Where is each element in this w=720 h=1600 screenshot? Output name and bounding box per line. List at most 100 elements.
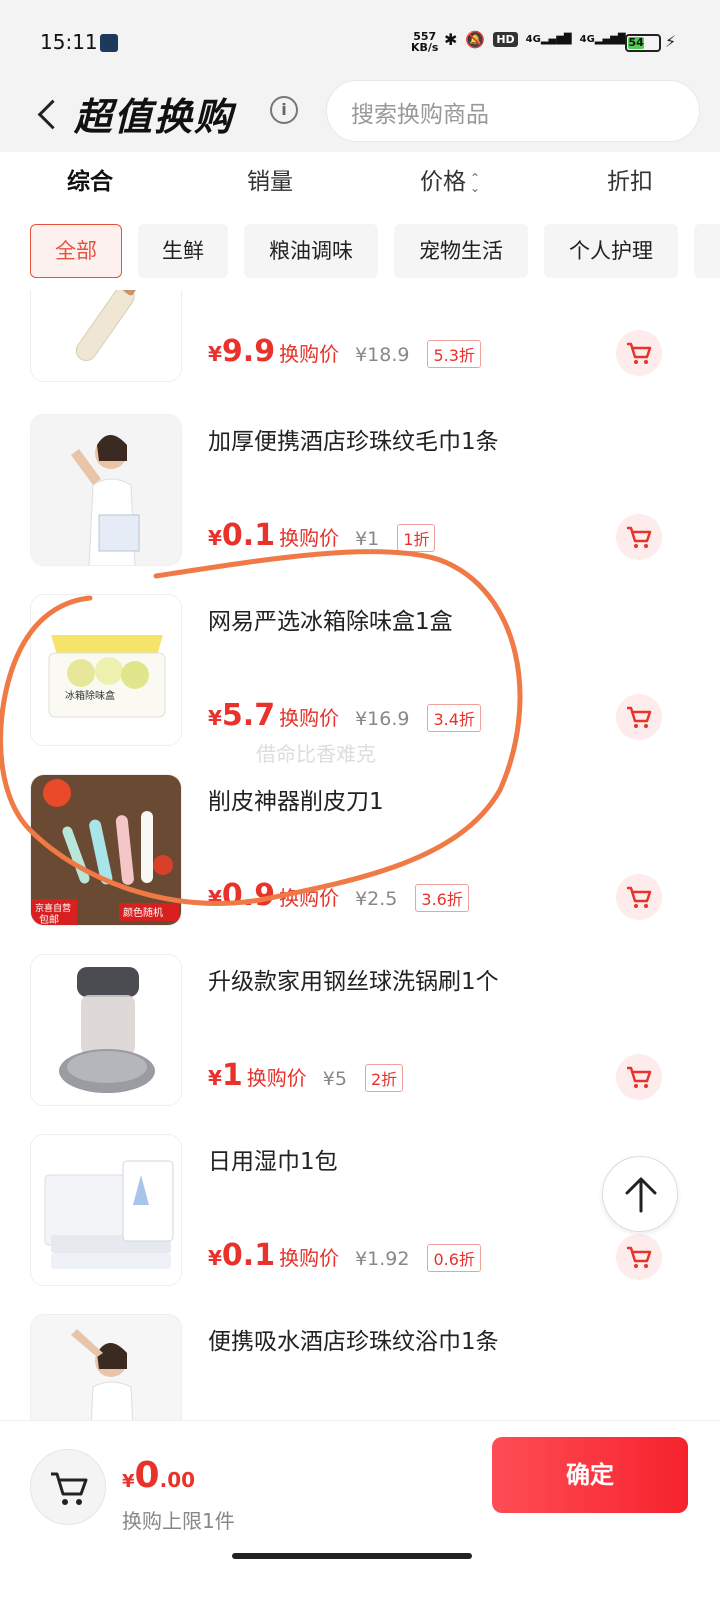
list-item[interactable]: 便携吸水酒店珍珠纹浴巾1条 (0, 1314, 720, 1420)
add-to-cart-button[interactable] (616, 514, 662, 560)
status-icons: ✱ 🔕 HD 4G▂▄▆█ 4G▂▄▆█ (444, 30, 626, 49)
category-chip-personal-care[interactable]: 个人护理 (544, 224, 678, 278)
discount-badge: 0.6折 (427, 1244, 481, 1272)
product-image (30, 290, 182, 382)
exchange-price: 1 (221, 1058, 243, 1093)
app-notification-icon (100, 34, 118, 52)
hd-badge: HD (493, 32, 518, 47)
add-to-cart-button[interactable] (616, 1234, 662, 1280)
confirm-button[interactable]: 确定 (492, 1437, 688, 1513)
cart-icon (627, 1246, 652, 1268)
list-item[interactable]: 升级款家用钢丝球洗锅刷1个 ¥1 换购价 ¥5 2折 (0, 954, 720, 1138)
tab-price[interactable]: 价格 ⌃ ⌄ (360, 152, 540, 212)
bluetooth-icon: ✱ (444, 30, 458, 49)
price-row: ¥0.1 换购价 ¥1.92 0.6折 (208, 1238, 481, 1274)
original-price: ¥18.9 (355, 344, 410, 366)
charging-icon: ⚡ (665, 32, 677, 51)
tab-sales[interactable]: 销量 (180, 152, 360, 212)
category-chip-fresh[interactable]: 生鲜 (138, 224, 228, 278)
product-image (30, 1134, 182, 1286)
network-speed: 557 KB/s (411, 30, 439, 54)
discount-badge: 1折 (397, 524, 436, 552)
original-price: ¥16.9 (355, 708, 410, 730)
list-item[interactable]: 加厚便携酒店珍珠纹毛巾1条 ¥0.1 换购价 ¥1 1折 (0, 414, 720, 598)
mute-icon: 🔕 (465, 30, 486, 49)
discount-badge: 2折 (364, 1064, 404, 1092)
product-name: 加厚便携酒店珍珠纹毛巾1条 (208, 429, 499, 455)
battery-icon: 54 (625, 34, 661, 52)
exchange-price: 0.1 (221, 518, 276, 553)
status-time: 15:11 (40, 30, 98, 54)
category-chip-more[interactable] (694, 224, 720, 278)
price-row: ¥0.1 换购价 ¥1 1折 (208, 518, 436, 554)
arrow-up-icon (625, 1177, 657, 1213)
tab-discount[interactable]: 折扣 (540, 152, 720, 212)
product-list: ¥9.9 换购价 ¥18.9 5.3折 加厚便携酒店珍珠纹毛巾1条 ¥0.1 换购价 ¥1… (0, 290, 720, 1420)
product-image (30, 1314, 182, 1420)
back-to-top-button[interactable] (602, 1156, 678, 1232)
add-to-cart-button[interactable] (616, 694, 662, 740)
list-item[interactable]: 京喜自营 包邮 颜色随机 削皮神器削皮刀1 ¥0.9 换购价 ¥2.5 3.6折 (0, 774, 720, 958)
price-row: ¥9.9 换购价 ¥18.9 5.3折 (208, 334, 481, 370)
exchange-price: 0.9 (221, 878, 276, 913)
price-row: ¥1 换购价 ¥5 2折 (208, 1058, 404, 1094)
cart-icon (627, 886, 652, 908)
price-row: ¥0.9 换购价 ¥2.5 3.6折 (208, 878, 469, 914)
add-to-cart-button[interactable] (616, 1054, 662, 1100)
svg-text:冰箱除味盒: 冰箱除味盒 (65, 689, 115, 702)
svg-text:颜色随机: 颜色随机 (123, 906, 163, 919)
product-name: 升级款家用钢丝球洗锅刷1个 (208, 969, 499, 995)
cart-icon (627, 342, 652, 364)
discount-badge: 5.3折 (427, 340, 481, 368)
watermark: 借命比香难克 (256, 742, 376, 766)
cart-button[interactable] (30, 1449, 106, 1525)
category-chip-grain-oil[interactable]: 粮油调味 (244, 224, 378, 278)
header: 超值换购 i 搜索换购商品 (0, 80, 720, 152)
back-button[interactable] (30, 88, 64, 142)
tab-comprehensive[interactable]: 综合 (0, 152, 180, 212)
sort-arrows-icon: ⌃ ⌄ (469, 170, 481, 195)
product-name: 便携吸水酒店珍珠纹浴巾1条 (208, 1329, 499, 1355)
info-icon[interactable]: i (270, 96, 298, 124)
cart-icon (627, 526, 652, 548)
signal-1-icon: 4G▂▄▆█ (525, 34, 572, 45)
category-chip-pet[interactable]: 宠物生活 (394, 224, 528, 278)
product-image (30, 414, 182, 566)
product-image: 京喜自营 包邮 颜色随机 (30, 774, 182, 926)
product-image: 冰箱除味盒 (30, 594, 182, 746)
discount-badge: 3.6折 (415, 884, 469, 912)
category-bar: 全部 生鲜 粮油调味 宠物生活 个人护理 (0, 224, 720, 280)
status-bar: 15:11 557 KB/s ✱ 🔕 HD 4G▂▄▆█ 4G▂▄▆█ 54 ⚡ (0, 0, 720, 80)
svg-text:京喜自营: 京喜自营 (35, 902, 71, 914)
search-input[interactable]: 搜索换购商品 (326, 80, 700, 142)
price-row: ¥5.7 换购价 ¥16.9 3.4折 (208, 698, 481, 734)
cart-icon (627, 706, 652, 728)
cart-icon (627, 1066, 652, 1088)
original-price: ¥5 (322, 1068, 347, 1090)
cart-icon (51, 1472, 88, 1505)
home-indicator (232, 1553, 472, 1559)
bottom-bar: ¥0.00 换购上限1件 确定 (0, 1420, 720, 1600)
original-price: ¥2.5 (355, 888, 398, 910)
search-placeholder: 搜索换购商品 (351, 102, 489, 128)
exchange-price: 5.7 (221, 698, 276, 733)
svg-text:包邮: 包邮 (39, 913, 59, 926)
discount-badge: 3.4折 (427, 704, 481, 732)
product-image (30, 954, 182, 1106)
signal-2-icon: 4G▂▄▆█ (579, 34, 626, 45)
total-price: ¥0.00 (122, 1455, 196, 1496)
add-to-cart-button[interactable] (616, 330, 662, 376)
product-name: 网易严选冰箱除味盒1盒 (208, 609, 453, 635)
list-item[interactable]: ¥9.9 换购价 ¥18.9 5.3折 (0, 290, 720, 414)
category-chip-all[interactable]: 全部 (30, 224, 122, 278)
page-title: 超值换购 (74, 95, 235, 139)
exchange-price: 0.1 (221, 1238, 276, 1273)
exchange-limit: 换购上限1件 (122, 1509, 235, 1533)
sort-bar: 综合 销量 价格 ⌃ ⌄ 折扣 (0, 152, 720, 212)
product-name: 削皮神器削皮刀1 (208, 789, 384, 815)
original-price: ¥1 (355, 528, 380, 550)
product-name: 日用湿巾1包 (208, 1149, 338, 1175)
add-to-cart-button[interactable] (616, 874, 662, 920)
exchange-price: 9.9 (221, 334, 276, 369)
original-price: ¥1.92 (355, 1248, 410, 1270)
